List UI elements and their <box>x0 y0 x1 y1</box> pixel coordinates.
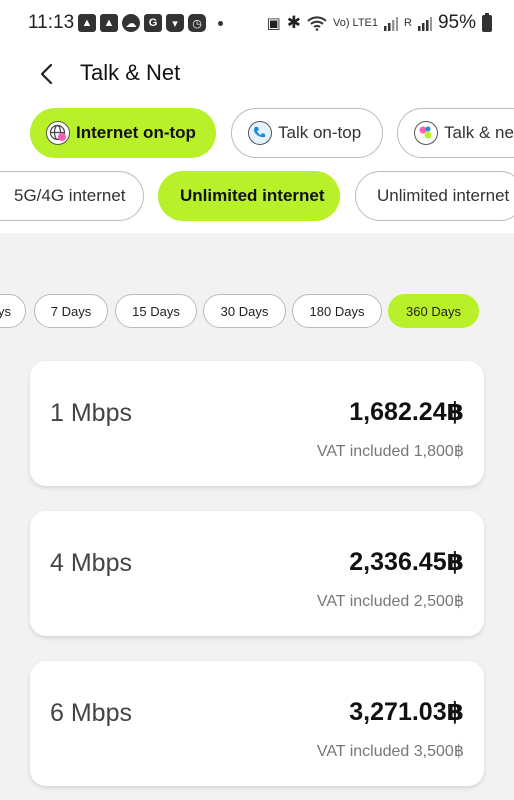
phone-call-icon <box>248 121 272 145</box>
duration-label: 360 Days <box>406 303 461 319</box>
package-price: 2,336.45฿ <box>349 548 464 576</box>
bluetooth-icon: ✱ <box>286 13 301 32</box>
package-vat: VAT included 1,800฿ <box>316 443 464 460</box>
duration-15-days[interactable]: 15 Days <box>115 294 197 328</box>
category-talk-on-top[interactable]: Talk on-top <box>231 108 383 158</box>
category-label: Internet on-top <box>76 123 196 142</box>
notification-icons: ▲ ▲ ☁ G ▾ ◷ <box>78 14 223 32</box>
duration-pill[interactable]: ys <box>0 294 26 328</box>
subcategory-5g-4g-internet[interactable]: 5G/4G internet <box>0 171 144 221</box>
category-label: Talk on-top <box>278 123 362 142</box>
subcategory-label: Unlimited internet <box>377 186 510 205</box>
status-bar: 11:13 ▲ ▲ ☁ G ▾ ◷ ▣ ✱ Vo) LTE1 R 95% <box>0 0 514 48</box>
subcategory-label: 5G/4G internet <box>14 186 126 205</box>
watch-icon: ◷ <box>188 14 206 32</box>
battery-percent: 95% <box>437 12 476 33</box>
duration-30-days[interactable]: 30 Days <box>203 294 286 328</box>
duration-360-days[interactable]: 360 Days <box>388 294 479 328</box>
notification-app-icon: ▲ <box>100 14 118 32</box>
globe-icon <box>46 121 70 145</box>
category-talk-and-net[interactable]: Talk & net <box>397 108 514 158</box>
category-internet-on-top[interactable]: Internet on-top <box>30 108 216 158</box>
signal-icon <box>417 17 432 31</box>
subcategory-label: Unlimited internet <box>180 186 325 205</box>
duration-label: 180 Days <box>309 303 365 319</box>
duration-180-days[interactable]: 180 Days <box>292 294 382 328</box>
system-icons: ▣ ✱ Vo) LTE1 R 95% <box>267 12 492 34</box>
subcategory-unlimited-internet-2[interactable]: Unlimited internet <box>355 171 514 221</box>
battery-icon <box>482 12 492 32</box>
package-vat: VAT included 2,500฿ <box>316 593 464 610</box>
subcategory-unlimited-internet[interactable]: Unlimited internet <box>158 171 340 221</box>
package-price: 3,271.03฿ <box>349 698 464 726</box>
package-speed: 1 Mbps <box>50 399 132 427</box>
package-card[interactable]: 4 Mbps 2,336.45฿ VAT included 2,500฿ <box>30 511 484 636</box>
notification-app-icon: G <box>144 14 162 32</box>
duration-label: 7 Days <box>50 303 92 319</box>
notification-app-icon: ▲ <box>78 14 96 32</box>
battery-saver-icon: ▣ <box>266 15 281 32</box>
duration-label: 15 Days <box>132 303 180 319</box>
status-time: 11:13 <box>28 12 75 33</box>
page-title: Talk & Net <box>80 60 181 85</box>
shopping-bag-icon: ▾ <box>166 14 184 32</box>
package-card[interactable]: 6 Mbps 3,271.03฿ VAT included 3,500฿ <box>30 661 484 786</box>
package-vat: VAT included 3,500฿ <box>316 743 464 760</box>
talk-and-net-icon <box>414 121 438 145</box>
package-card[interactable]: 1 Mbps 1,682.24฿ VAT included 1,800฿ <box>30 361 484 486</box>
duration-label: 30 Days <box>220 303 269 319</box>
wifi-icon <box>307 16 327 31</box>
notification-app-icon: ☁ <box>122 14 140 32</box>
signal-icon <box>384 17 399 31</box>
package-speed: 4 Mbps <box>50 549 132 577</box>
package-speed: 6 Mbps <box>50 699 132 727</box>
roaming-label: R <box>404 17 412 29</box>
category-label: Talk & net <box>444 123 514 142</box>
duration-7-days[interactable]: 7 Days <box>34 294 108 328</box>
duration-label: ys <box>0 303 11 319</box>
back-icon[interactable] <box>38 63 56 85</box>
package-price: 1,682.24฿ <box>349 398 464 426</box>
more-notifications-icon <box>218 20 223 26</box>
network-type-label: Vo) LTE1 <box>332 17 379 29</box>
